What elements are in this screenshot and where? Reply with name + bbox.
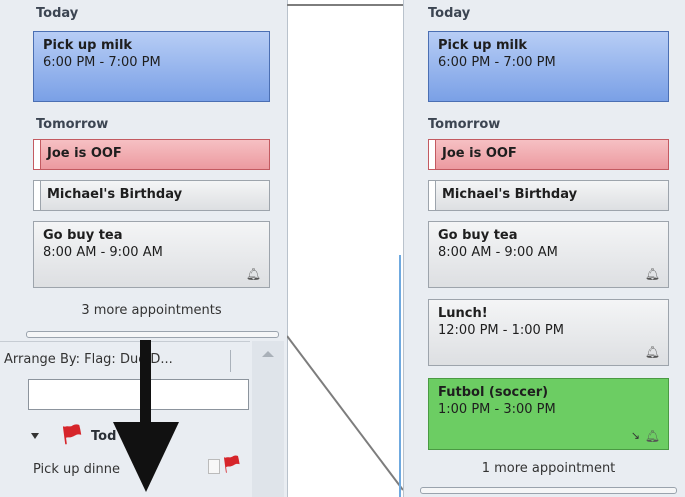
appointment-michaels-birthday[interactable]: Michael's Birthday <box>428 180 669 211</box>
bell-icon: 🔔︎ <box>245 267 261 281</box>
appointment-time: 8:00 AM - 9:00 AM <box>438 245 558 260</box>
appointment-joe-oof[interactable]: Joe is OOF <box>33 139 270 170</box>
arrange-by-header[interactable]: Arrange By: Flag: Due D... <box>0 341 250 381</box>
collapse-triangle-icon[interactable] <box>31 433 39 439</box>
flag-icon: 🏴︎ <box>60 424 85 446</box>
appointment-title: Go buy tea <box>438 228 518 243</box>
appointment-time: 1:00 PM - 3:00 PM <box>438 402 556 417</box>
more-appointments-link[interactable]: 1 more appointment <box>428 461 669 476</box>
flag-icon[interactable]: 🏴︎ <box>221 455 243 475</box>
task-row[interactable]: Pick up dinne <box>33 462 120 477</box>
bell-icon: 🔔︎ <box>644 345 660 359</box>
appointment-joe-oof[interactable]: Joe is OOF <box>428 139 669 170</box>
appointment-title: Futbol (soccer) <box>438 385 549 400</box>
appointment-pick-up-milk[interactable]: Pick up milk 6:00 PM - 7:00 PM <box>33 31 270 102</box>
today-header: Today <box>36 6 79 21</box>
appointment-go-buy-tea[interactable]: Go buy tea 8:00 AM - 9:00 AM 🔔︎ <box>33 221 270 288</box>
conflict-icon: ↘ <box>630 429 640 442</box>
status-bar <box>429 140 436 169</box>
appointment-time: 8:00 AM - 9:00 AM <box>43 245 163 260</box>
appointment-time: 12:00 PM - 1:00 PM <box>438 323 564 338</box>
bell-icon: 🔔︎ <box>644 429 660 443</box>
appointment-title: Pick up milk <box>438 38 528 53</box>
tomorrow-header: Tomorrow <box>428 117 501 132</box>
window-edge <box>399 255 401 497</box>
appointment-title: Go buy tea <box>43 228 123 243</box>
new-task-input[interactable] <box>28 379 249 410</box>
scroll-up-icon[interactable] <box>262 351 274 357</box>
pane-splitter[interactable] <box>420 487 677 494</box>
task-subject: Pick up dinne <box>33 462 120 477</box>
down-arrow-annotation <box>140 340 151 425</box>
column-divider <box>230 350 231 372</box>
status-bar <box>34 181 41 210</box>
todo-bar-right: Today Pick up milk 6:00 PM - 7:00 PM Tom… <box>403 0 685 497</box>
appointment-title: Pick up milk <box>43 38 133 53</box>
appointment-title: Joe is OOF <box>47 146 122 161</box>
status-bar <box>429 181 436 210</box>
appointment-michaels-birthday[interactable]: Michael's Birthday <box>33 180 270 211</box>
status-bar <box>34 140 41 169</box>
appointment-time: 6:00 PM - 7:00 PM <box>438 55 556 70</box>
appointment-title: Lunch! <box>438 306 488 321</box>
appointment-futbol[interactable]: Futbol (soccer) 1:00 PM - 3:00 PM ↘ 🔔︎ <box>428 378 669 450</box>
task-scrollbar[interactable] <box>252 341 284 497</box>
appointment-go-buy-tea[interactable]: Go buy tea 8:00 AM - 9:00 AM 🔔︎ <box>428 221 669 288</box>
down-arrow-head <box>113 422 179 492</box>
appointment-pick-up-milk[interactable]: Pick up milk 6:00 PM - 7:00 PM <box>428 31 669 102</box>
appointment-time: 6:00 PM - 7:00 PM <box>43 55 161 70</box>
appointment-lunch[interactable]: Lunch! 12:00 PM - 1:00 PM 🔔︎ <box>428 299 669 366</box>
bell-icon: 🔔︎ <box>644 267 660 281</box>
tomorrow-header: Tomorrow <box>36 117 109 132</box>
pane-splitter[interactable] <box>26 331 279 338</box>
appointment-title: Michael's Birthday <box>47 187 183 202</box>
category-box[interactable] <box>208 459 220 474</box>
todo-bar-left: Today Pick up milk 6:00 PM - 7:00 PM Tom… <box>0 0 288 497</box>
more-appointments-link[interactable]: 3 more appointments <box>33 303 270 318</box>
today-header: Today <box>428 6 471 21</box>
appointment-title: Joe is OOF <box>442 146 517 161</box>
zoom-connector-lines <box>287 4 403 491</box>
appointment-title: Michael's Birthday <box>442 187 578 202</box>
